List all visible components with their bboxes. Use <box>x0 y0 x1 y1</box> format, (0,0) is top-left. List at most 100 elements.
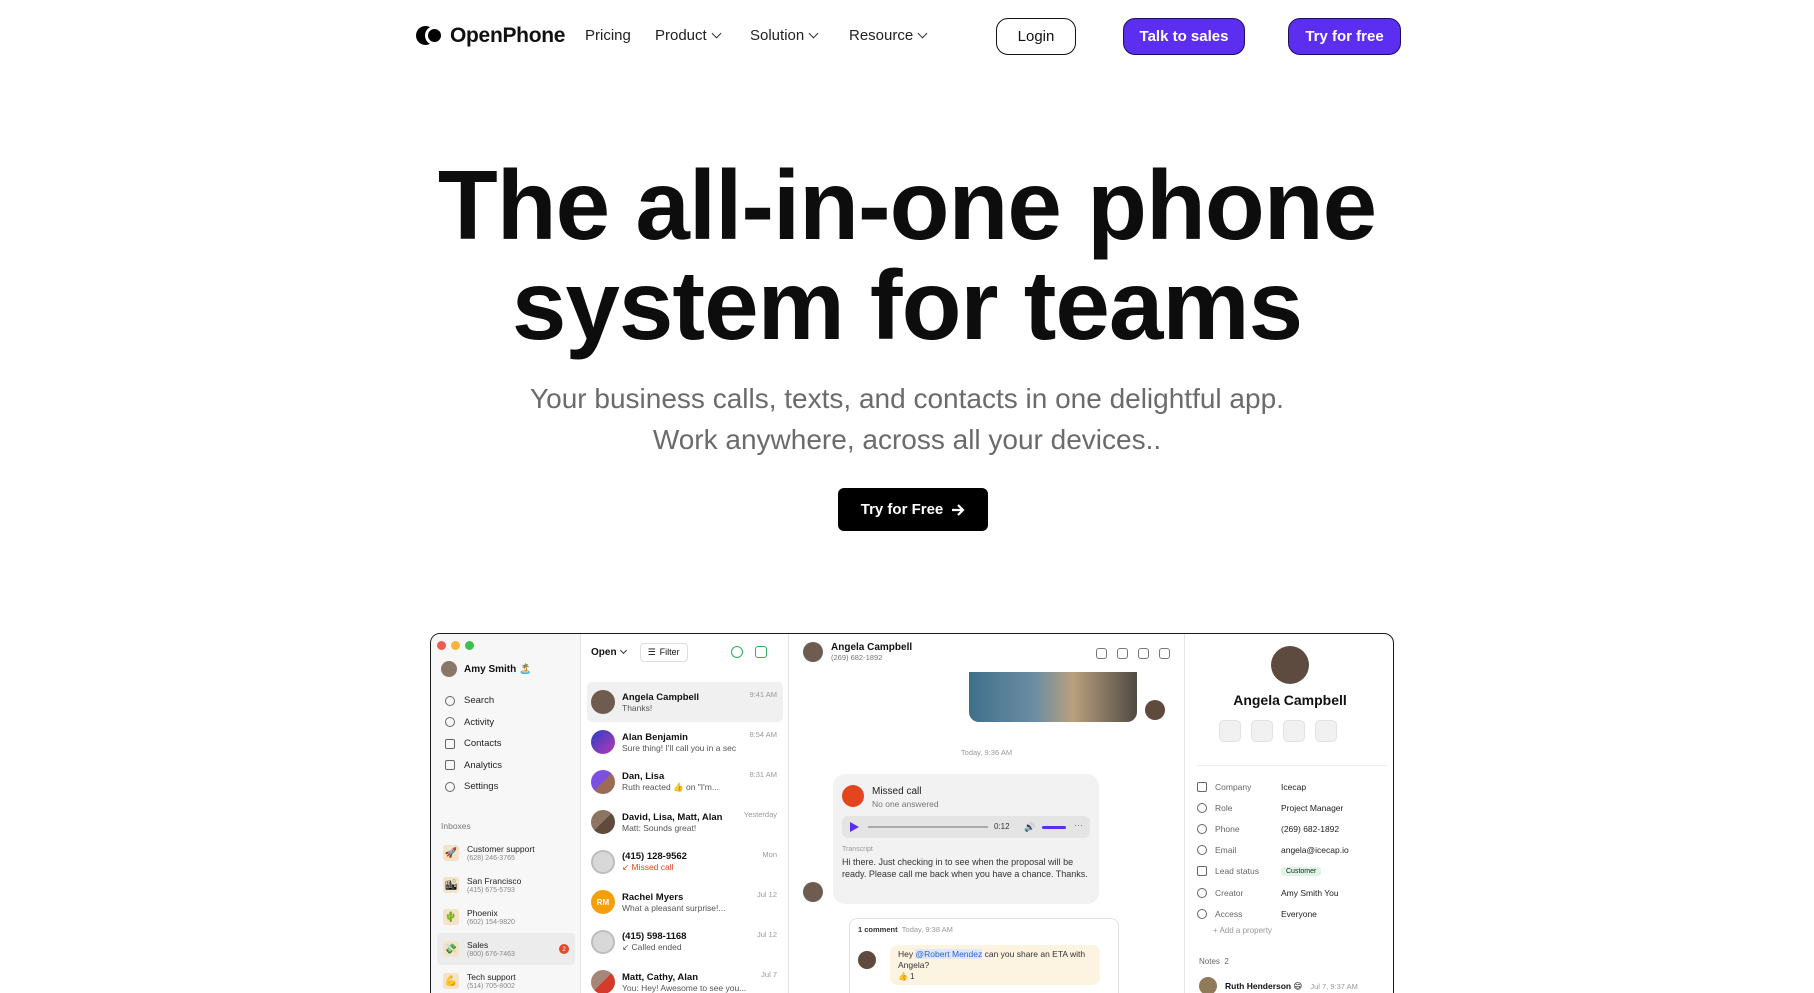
inbox-san-francisco[interactable]: 🏙 San Francisco (415) 675-5793 <box>437 869 575 901</box>
open-panel-icon[interactable] <box>1138 648 1149 659</box>
missed-call-subtitle: No one answered <box>872 799 939 809</box>
app-screenshot: Amy Smith 🏝️ Search Activity Contacts An… <box>430 633 1394 993</box>
property-row[interactable]: Phone (269) 682-1892 <box>1197 818 1387 839</box>
initials-avatar: RM <box>591 890 615 914</box>
app-sidebar: Amy Smith 🏝️ Search Activity Contacts An… <box>431 634 581 993</box>
row-time: Jul 12 <box>756 890 777 899</box>
sidebar-item-analytics[interactable]: Analytics <box>445 755 502 777</box>
property-row[interactable]: Lead status Customer <box>1197 861 1387 882</box>
arrow-right-icon <box>952 503 965 516</box>
notes-count: 2 <box>1224 957 1229 966</box>
property-key: Phone <box>1215 823 1240 834</box>
row-time: 8:31 AM <box>749 770 777 779</box>
check-icon[interactable] <box>1117 648 1128 659</box>
nav-link-product[interactable]: Product <box>655 27 722 44</box>
lead-status-badge: Customer <box>1281 866 1322 876</box>
sidebar-item-label: Analytics <box>464 759 503 771</box>
inbox-sales[interactable]: 💸 Sales (800) 676-7463 2 <box>437 933 575 965</box>
avatar <box>591 690 615 714</box>
volume-icon[interactable]: 🔊 <box>1024 822 1035 833</box>
comment-bubble: Hey @Robert Mendez can you share an ETA … <box>890 945 1100 985</box>
comment-text: Hey <box>898 949 916 959</box>
more-icon[interactable] <box>1159 648 1170 659</box>
inbox-tech-support[interactable]: 💪 Tech support (514) 705-8002 <box>437 965 575 993</box>
row-message: ↙ Missed call <box>622 862 674 872</box>
audio-scrubber[interactable] <box>868 826 988 828</box>
list-item[interactable]: RM Rachel Myers What a pleasant surprise!… <box>587 882 783 922</box>
conversation-list: Open ☰ Filter Angela Campbell Thanks! 9:41… <box>581 634 789 993</box>
comment-thread[interactable]: 1 comment Today, 9:38 AM Hey @Robert Men… <box>849 918 1119 993</box>
sidebar-nav: Search Activity Contacts Analytics Setti… <box>445 690 502 798</box>
property-row[interactable]: Company Icecap <box>1197 776 1387 797</box>
volume-slider[interactable] <box>1042 826 1066 829</box>
row-message: You: Hey! Awesome to see you... <box>622 982 747 993</box>
nav-link-solution[interactable]: Solution <box>750 27 819 44</box>
property-value: angela@icecap.io <box>1281 845 1349 856</box>
more-icon[interactable]: ··· <box>1074 820 1083 830</box>
brand-logo[interactable]: OpenPhone <box>416 24 565 48</box>
open-dropdown[interactable]: Open <box>591 646 627 658</box>
comment-count: 1 comment <box>858 925 898 934</box>
list-item[interactable]: Dan, Lisa Ruth reacted 👍 on "I'm... 8:31 … <box>587 762 783 802</box>
note-item[interactable]: Ruth Henderson 😄 Jul 7, 9:37 AM <box>1199 977 1358 993</box>
chevron-down-icon <box>711 28 722 39</box>
filter-button[interactable]: ☰ Filter <box>639 642 688 662</box>
talk-to-sales-button[interactable]: Talk to sales <box>1123 18 1245 55</box>
unknown-contact-avatar <box>591 930 615 954</box>
current-user[interactable]: Amy Smith 🏝️ <box>441 661 531 677</box>
add-property-button[interactable]: + Add a property <box>1197 926 1387 935</box>
avatar <box>591 730 615 754</box>
list-item[interactable]: (415) 598-1168 ↙ Called ended Jul 12 <box>587 922 783 962</box>
conversation-header: Angela Campbell (269) 682-1892 <box>803 642 912 662</box>
list-item[interactable]: Alan Benjamin Sure thing! I'll call you i… <box>587 722 783 762</box>
phone-call-icon[interactable] <box>731 646 743 658</box>
sidebar-item-label: Search <box>464 695 495 707</box>
property-row[interactable]: Role Project Manager <box>1197 797 1387 818</box>
call-icon[interactable] <box>1219 720 1241 742</box>
sidebar-item-search[interactable]: Search <box>445 690 502 712</box>
mention[interactable]: @Robert Mendez <box>915 949 983 959</box>
maximize-dot[interactable] <box>465 641 474 650</box>
voicemail-player[interactable]: 0:12 🔊 ··· <box>842 816 1090 838</box>
nav-link-resource[interactable]: Resource <box>849 27 928 44</box>
inbox-emoji: 🚀 <box>443 845 459 861</box>
property-row[interactable]: Email angela@icecap.io <box>1197 840 1387 861</box>
inbox-phoenix[interactable]: 🌵 Phoenix (602) 154-9820 <box>437 901 575 933</box>
minimize-dot[interactable] <box>451 641 460 650</box>
list-item[interactable]: Matt, Cathy, Alan You: Hey! Awesome to se… <box>587 962 783 993</box>
email-icon[interactable] <box>1283 720 1305 742</box>
contact-actions <box>1219 720 1337 742</box>
group-avatar <box>591 770 615 794</box>
sidebar-item-activity[interactable]: Activity <box>445 712 502 734</box>
row-name: Rachel Myers <box>622 891 684 903</box>
try-for-free-cta-button[interactable]: Try for Free <box>838 488 988 531</box>
inbox-name: Customer support <box>467 843 535 854</box>
chart-icon <box>445 760 455 771</box>
close-dot[interactable] <box>437 641 446 650</box>
list-item[interactable]: David, Lisa, Matt, Alan Matt: Sounds grea… <box>587 802 783 842</box>
property-row[interactable]: Creator Amy Smith You <box>1197 882 1387 903</box>
login-button[interactable]: Login <box>996 18 1076 55</box>
avatar <box>441 661 457 677</box>
inbox-number: (602) 154-9820 <box>467 918 515 926</box>
play-icon[interactable] <box>850 822 859 832</box>
bell-icon <box>445 717 455 728</box>
inbox-name: San Francisco <box>467 875 522 886</box>
more-icon[interactable] <box>1315 720 1337 742</box>
sidebar-item-settings[interactable]: Settings <box>445 776 502 798</box>
reaction[interactable]: 👍 1 <box>898 971 1092 982</box>
audio-duration: 0:12 <box>994 822 1010 831</box>
sidebar-item-contacts[interactable]: Contacts <box>445 733 502 755</box>
list-item[interactable]: Angela Campbell Thanks! 9:41 AM <box>587 682 783 722</box>
new-message-icon[interactable] <box>755 646 767 658</box>
message-icon[interactable] <box>1251 720 1273 742</box>
nav-link-pricing[interactable]: Pricing <box>585 27 631 44</box>
inbox-customer-support[interactable]: 🚀 Customer support (628) 246-3765 <box>437 837 575 869</box>
property-row[interactable]: Access Everyone <box>1197 903 1387 924</box>
shared-photo[interactable] <box>969 672 1137 722</box>
try-for-free-button[interactable]: Try for free <box>1288 18 1401 55</box>
conversation-rows: Angela Campbell Thanks! 9:41 AM Alan Benj… <box>587 682 783 993</box>
row-time: Jul 7 <box>761 970 777 979</box>
call-icon[interactable] <box>1096 648 1107 659</box>
list-item[interactable]: (415) 128-9562 ↙ Missed call Mon <box>587 842 783 882</box>
